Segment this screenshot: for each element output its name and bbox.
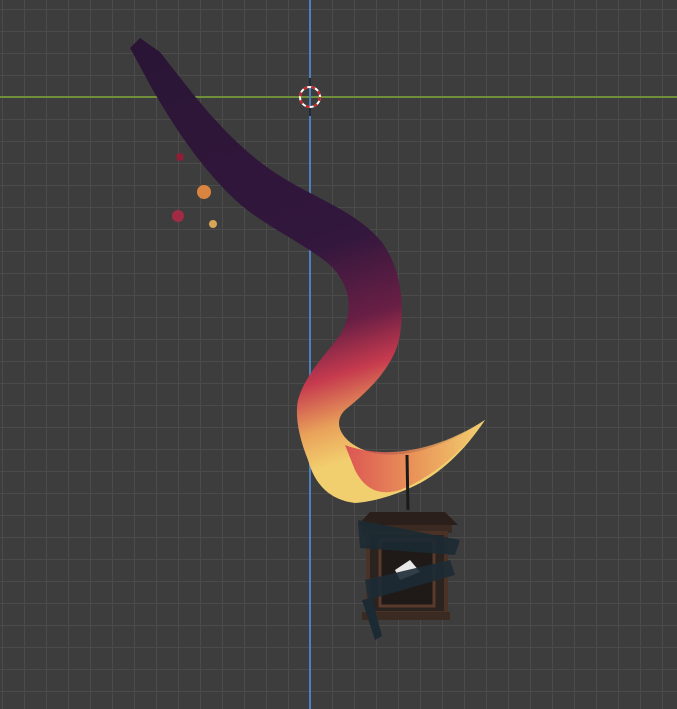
- 3d-cursor-icon[interactable]: [299, 78, 321, 116]
- tentacle-mesh[interactable]: [130, 38, 485, 503]
- droplet: [209, 220, 217, 228]
- scene-objects[interactable]: [0, 0, 677, 709]
- droplet: [197, 185, 211, 199]
- droplet: [172, 210, 184, 222]
- 3d-viewport[interactable]: [0, 0, 677, 709]
- droplet: [176, 153, 184, 161]
